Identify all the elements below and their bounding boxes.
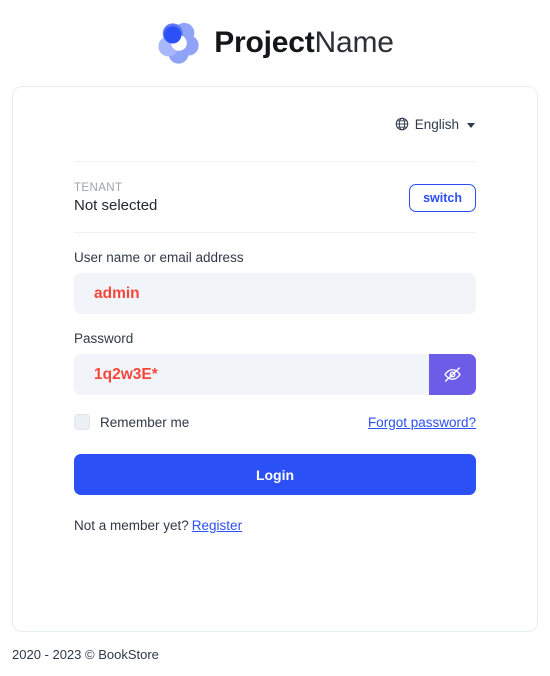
username-input[interactable] xyxy=(74,273,476,314)
brand-name: ProjectName xyxy=(214,28,394,58)
signup-prompt: Not a member yet? xyxy=(74,518,189,533)
username-input-shell xyxy=(74,273,476,314)
tenant-value: Not selected xyxy=(74,197,158,214)
language-selector[interactable]: English xyxy=(395,117,475,132)
brand-name-bold: Project xyxy=(214,26,315,59)
remember-row: Remember me Forgot password? xyxy=(74,395,476,430)
remember-me-checkbox[interactable] xyxy=(74,414,90,430)
footer-copyright: 2020 - 2023 © BookStore xyxy=(12,647,159,662)
brand-name-light: Name xyxy=(314,26,394,59)
language-row: English xyxy=(74,87,476,161)
tenant-label: TENANT xyxy=(74,182,123,194)
eye-slash-icon xyxy=(444,367,461,382)
login-button[interactable]: Login xyxy=(74,454,476,495)
password-field-group: Password xyxy=(74,314,476,395)
username-field-group: User name or email address xyxy=(74,233,476,314)
toggle-password-visibility-button[interactable] xyxy=(429,354,476,395)
language-label: English xyxy=(414,116,459,132)
login-card: English TENANT Not selected switch User … xyxy=(12,86,538,632)
remember-me-label: Remember me xyxy=(100,414,190,430)
remember-me-control[interactable]: Remember me xyxy=(74,414,189,430)
chevron-down-icon xyxy=(467,122,475,128)
pinwheel-logo-icon xyxy=(158,22,199,64)
password-input-shell xyxy=(74,354,476,395)
password-label: Password xyxy=(74,331,134,346)
tenant-switch-button[interactable]: switch xyxy=(409,183,476,213)
register-link[interactable]: Register xyxy=(192,518,242,533)
brand-header: ProjectName xyxy=(0,0,550,78)
username-label: User name or email address xyxy=(74,250,244,265)
globe-icon xyxy=(395,117,409,131)
login-page: ProjectName English TENANT Not selected … xyxy=(0,0,550,676)
password-input[interactable] xyxy=(74,354,429,395)
tenant-info: TENANT Not selected xyxy=(74,182,157,214)
forgot-password-link[interactable]: Forgot password? xyxy=(368,415,476,430)
tenant-row: TENANT Not selected switch xyxy=(74,162,476,232)
signup-row: Not a member yet? Register xyxy=(74,495,476,533)
